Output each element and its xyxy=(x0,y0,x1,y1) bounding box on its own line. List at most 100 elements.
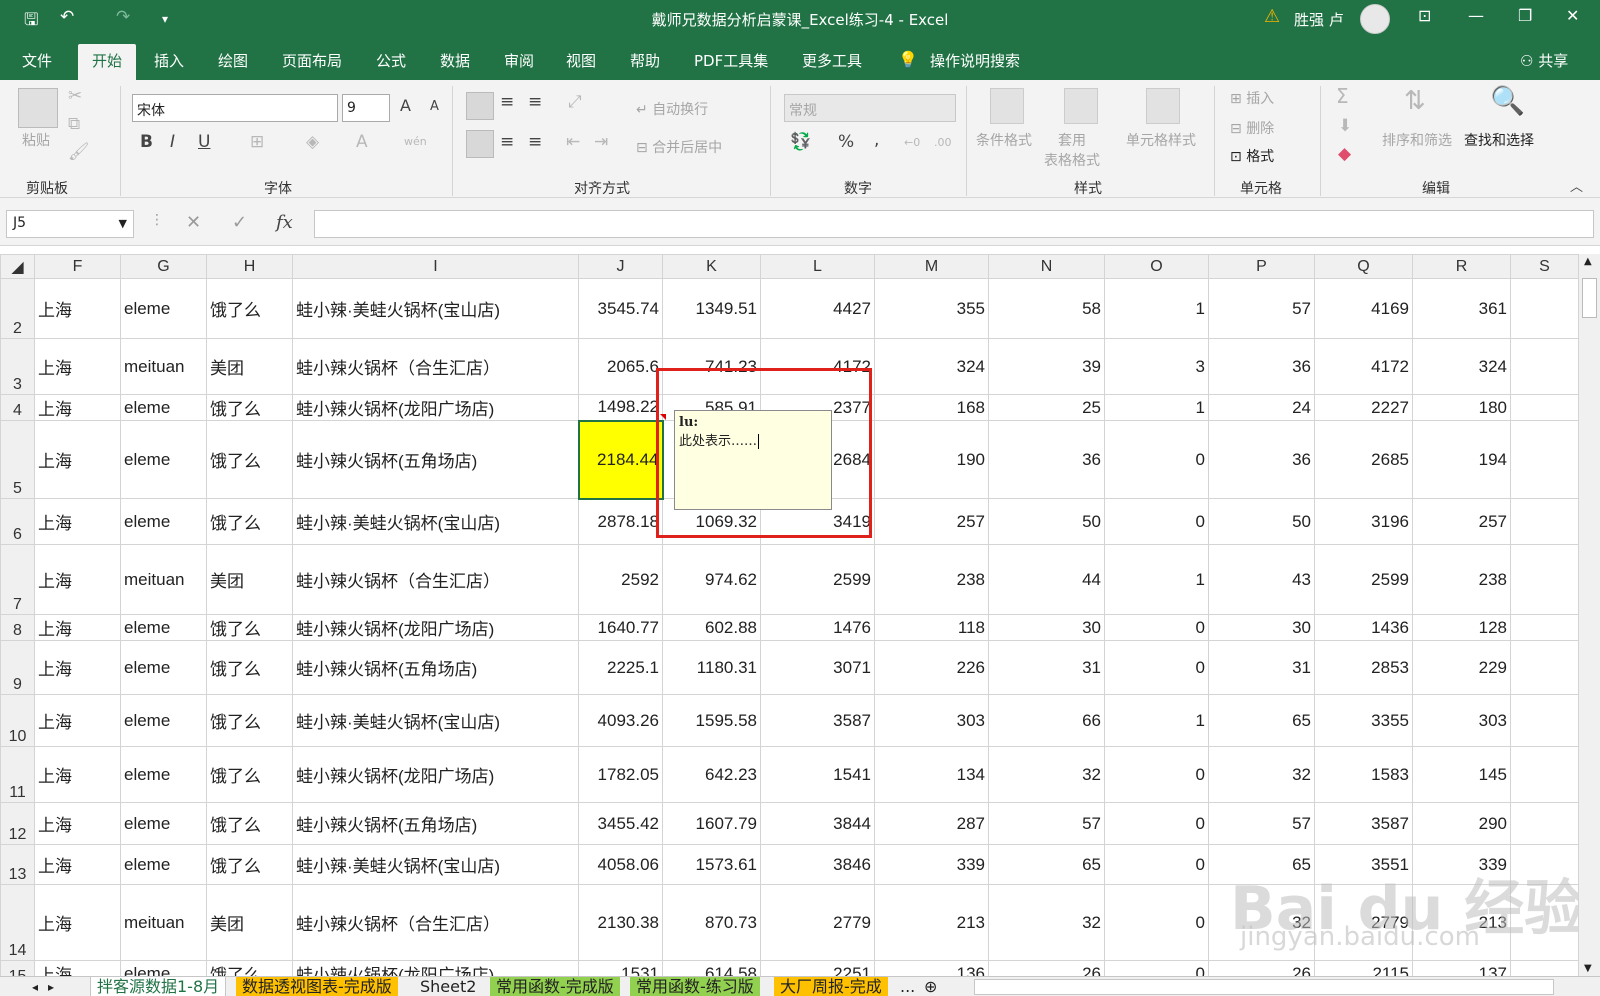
cell[interactable]: eleme xyxy=(120,394,207,421)
sheet-tab-3[interactable]: Sheet2 xyxy=(414,977,482,996)
merge-center-button[interactable]: ⊟ 合并后居中 xyxy=(636,137,722,157)
cell[interactable]: 32 xyxy=(988,746,1105,803)
cell[interactable]: 180 xyxy=(1412,394,1511,421)
cell[interactable]: 24 xyxy=(1208,394,1315,421)
font-color-icon[interactable]: A xyxy=(356,132,368,152)
cell[interactable]: eleme xyxy=(120,614,207,641)
cell[interactable] xyxy=(1510,498,1579,545)
cell[interactable]: 饿了么 xyxy=(206,694,293,747)
font-size-combo[interactable]: 9 xyxy=(342,94,390,122)
cell[interactable]: 上海 xyxy=(34,338,121,395)
formula-input[interactable] xyxy=(314,210,1594,238)
cell[interactable]: 128 xyxy=(1412,614,1511,641)
row-header[interactable]: 14 xyxy=(0,884,35,961)
cell[interactable]: 2853 xyxy=(1314,640,1413,695)
next-sheet-icon[interactable]: ▸ xyxy=(42,977,60,996)
minimize-button[interactable]: — xyxy=(1468,6,1484,25)
cell[interactable]: 303 xyxy=(1412,694,1511,747)
cell[interactable]: 蛙小辣火锅杯(五角场店) xyxy=(292,640,579,695)
cell[interactable]: 上海 xyxy=(34,844,121,885)
avatar[interactable] xyxy=(1360,4,1390,34)
collapse-ribbon-icon[interactable]: ︿ xyxy=(1570,176,1583,195)
column-header[interactable]: M xyxy=(874,254,989,279)
cell[interactable]: 194 xyxy=(1412,420,1511,499)
cell[interactable]: 57 xyxy=(1208,278,1315,339)
cell[interactable]: 2065.6 xyxy=(578,338,663,395)
cut-icon[interactable]: ✂ xyxy=(68,86,82,106)
cell[interactable]: 361 xyxy=(1412,278,1511,339)
cell[interactable]: 1 xyxy=(1104,278,1209,339)
cell[interactable]: 饿了么 xyxy=(206,746,293,803)
italic-button[interactable]: I xyxy=(170,132,175,152)
tab-review[interactable]: 审阅 xyxy=(504,50,534,71)
cell[interactable]: eleme xyxy=(120,844,207,885)
cell[interactable]: 213 xyxy=(874,884,989,961)
column-header[interactable]: H xyxy=(206,254,293,279)
cell[interactable]: 2592 xyxy=(578,544,663,615)
user-name[interactable]: 胜强 卢 xyxy=(1294,9,1344,30)
tell-me-search[interactable]: 操作说明搜索 xyxy=(930,50,1020,71)
cell[interactable]: 1782.05 xyxy=(578,746,663,803)
number-format-combo[interactable]: 常规 xyxy=(784,94,956,122)
insert-function-icon[interactable]: fx xyxy=(276,212,293,233)
cell[interactable]: 43 xyxy=(1208,544,1315,615)
scroll-down-icon[interactable]: ▼ xyxy=(1584,963,1592,974)
cell[interactable]: 36 xyxy=(1208,338,1315,395)
add-sheet-icon[interactable]: ⊕ xyxy=(918,977,943,996)
cell[interactable]: 32 xyxy=(1208,746,1315,803)
cell[interactable]: 65 xyxy=(988,844,1105,885)
cell[interactable]: 蛙小辣·美蛙火锅杯(宝山店) xyxy=(292,498,579,545)
column-header[interactable]: L xyxy=(760,254,875,279)
cell[interactable]: 974.62 xyxy=(662,544,761,615)
cell[interactable]: 蛙小辣火锅杯(龙阳广场店) xyxy=(292,746,579,803)
cancel-icon[interactable]: ✕ xyxy=(186,212,201,233)
cell[interactable]: 3545.74 xyxy=(578,278,663,339)
cell[interactable]: 饿了么 xyxy=(206,420,293,499)
cell[interactable]: 上海 xyxy=(34,746,121,803)
cell[interactable]: 31 xyxy=(1208,640,1315,695)
cell[interactable] xyxy=(1510,278,1579,339)
cell[interactable]: 2225.1 xyxy=(578,640,663,695)
orientation-icon[interactable]: ⤢ xyxy=(568,92,582,112)
cell[interactable]: 饿了么 xyxy=(206,278,293,339)
select-all-corner[interactable]: ◢ xyxy=(0,254,35,279)
tab-more-tools[interactable]: 更多工具 xyxy=(802,50,862,71)
cell[interactable]: 3071 xyxy=(760,640,875,695)
fill-color-icon[interactable]: ◈ xyxy=(306,132,319,152)
row-header[interactable]: 8 xyxy=(0,614,35,641)
column-header[interactable]: N xyxy=(988,254,1105,279)
cell[interactable]: 4169 xyxy=(1314,278,1413,339)
grow-font-icon[interactable]: A xyxy=(400,96,411,115)
cell[interactable]: 2685 xyxy=(1314,420,1413,499)
conditional-formatting-button[interactable]: 条件格式 xyxy=(976,130,1032,150)
tab-pdf-tools[interactable]: PDF工具集 xyxy=(694,50,768,71)
cell[interactable] xyxy=(1510,746,1579,803)
cell[interactable]: 上海 xyxy=(34,394,121,421)
cell[interactable]: 870.73 xyxy=(662,884,761,961)
tab-file[interactable]: 文件 xyxy=(22,50,52,71)
align-right-icon[interactable]: ≡ xyxy=(528,132,542,152)
cell[interactable]: 226 xyxy=(874,640,989,695)
cell[interactable]: 3844 xyxy=(760,802,875,845)
cell[interactable]: 3846 xyxy=(760,844,875,885)
sheet-tab-2[interactable]: 数据透视图表-完成版 xyxy=(236,977,398,996)
row-header[interactable]: 10 xyxy=(0,694,35,747)
comma-style-button[interactable]: , xyxy=(874,130,879,150)
row-header[interactable]: 5 xyxy=(0,420,35,499)
row-header[interactable]: 13 xyxy=(0,844,35,885)
cell[interactable]: 4093.26 xyxy=(578,694,663,747)
cell[interactable]: 3455.42 xyxy=(578,802,663,845)
bold-button[interactable]: B xyxy=(140,132,153,152)
tab-view[interactable]: 视图 xyxy=(566,50,596,71)
find-select-button[interactable]: 查找和选择 xyxy=(1464,130,1534,150)
cell[interactable]: 0 xyxy=(1104,498,1209,545)
cell[interactable]: 蛙小辣火锅杯(五角场店) xyxy=(292,420,579,499)
cell[interactable]: 30 xyxy=(1208,614,1315,641)
column-header[interactable]: P xyxy=(1208,254,1315,279)
scroll-thumb[interactable] xyxy=(1582,278,1597,318)
cell[interactable]: 上海 xyxy=(34,614,121,641)
row-header[interactable]: 11 xyxy=(0,746,35,803)
column-header[interactable]: R xyxy=(1412,254,1511,279)
cell[interactable]: 饿了么 xyxy=(206,844,293,885)
column-header[interactable]: J xyxy=(578,254,663,279)
